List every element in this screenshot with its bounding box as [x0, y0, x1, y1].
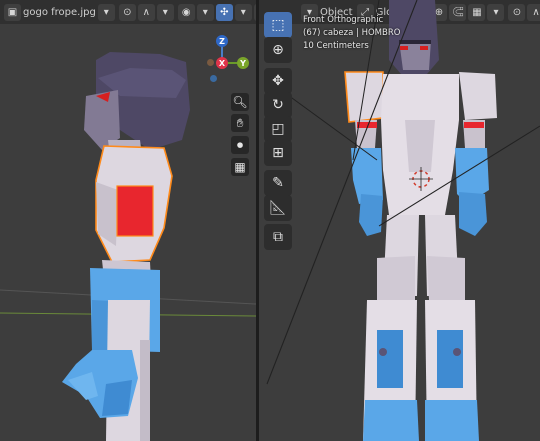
- grid-icon[interactable]: ▦: [231, 158, 249, 176]
- object-info-label: (67) cabeza | HOMBRO: [303, 28, 401, 38]
- navigation-gizmo[interactable]: Z X Y: [207, 32, 253, 88]
- right-viewport[interactable]: ▾ Object ⤢ Global ▾ ⊕ 🧲︎ ▦ ▾ ⊙ ∧: [259, 0, 540, 441]
- camera-icon[interactable]: ⏺: [231, 136, 249, 154]
- left-eye-mesh: [400, 46, 408, 50]
- grid-scale-label: 10 Centimeters: [303, 41, 369, 51]
- gizmo-x-axis[interactable]: X: [216, 57, 228, 69]
- right-shoulder-mesh: [459, 72, 497, 120]
- gizmo-z-axis[interactable]: Z: [216, 35, 228, 47]
- annotate-icon[interactable]: ✎: [264, 170, 292, 196]
- left-shoulder-mesh: [344, 71, 384, 123]
- zoom-icon[interactable]: 🔍︎: [231, 93, 249, 111]
- scale-icon[interactable]: ◰: [264, 116, 292, 142]
- hand-icon[interactable]: ✋︎: [231, 114, 249, 132]
- select-box-icon[interactable]: ⬚: [264, 12, 292, 38]
- right-eye-mesh: [420, 46, 428, 50]
- rotate-icon[interactable]: ↻: [264, 92, 292, 118]
- chest-panel-mesh: [116, 185, 154, 237]
- right-viewport-scene: [266, 0, 540, 441]
- left-viewport[interactable]: ▣ gogo frope.jpg ▾ ⊙ ∧ ▾ ◉ ▾ ✣ ▾ ◐ ▾: [0, 0, 256, 441]
- measure-icon[interactable]: 📐︎: [264, 195, 292, 221]
- right-hand-mesh: [459, 192, 487, 236]
- move-icon[interactable]: ✥: [264, 68, 292, 94]
- transform-icon[interactable]: ⊞: [264, 140, 292, 166]
- cursor-icon[interactable]: ⊕: [264, 37, 292, 63]
- view-name-label: Front Orthographic: [303, 15, 384, 25]
- gizmo-y-axis[interactable]: Y: [237, 57, 249, 69]
- left-hand-mesh: [359, 194, 383, 236]
- add-cube-icon[interactable]: ⧉: [264, 224, 292, 250]
